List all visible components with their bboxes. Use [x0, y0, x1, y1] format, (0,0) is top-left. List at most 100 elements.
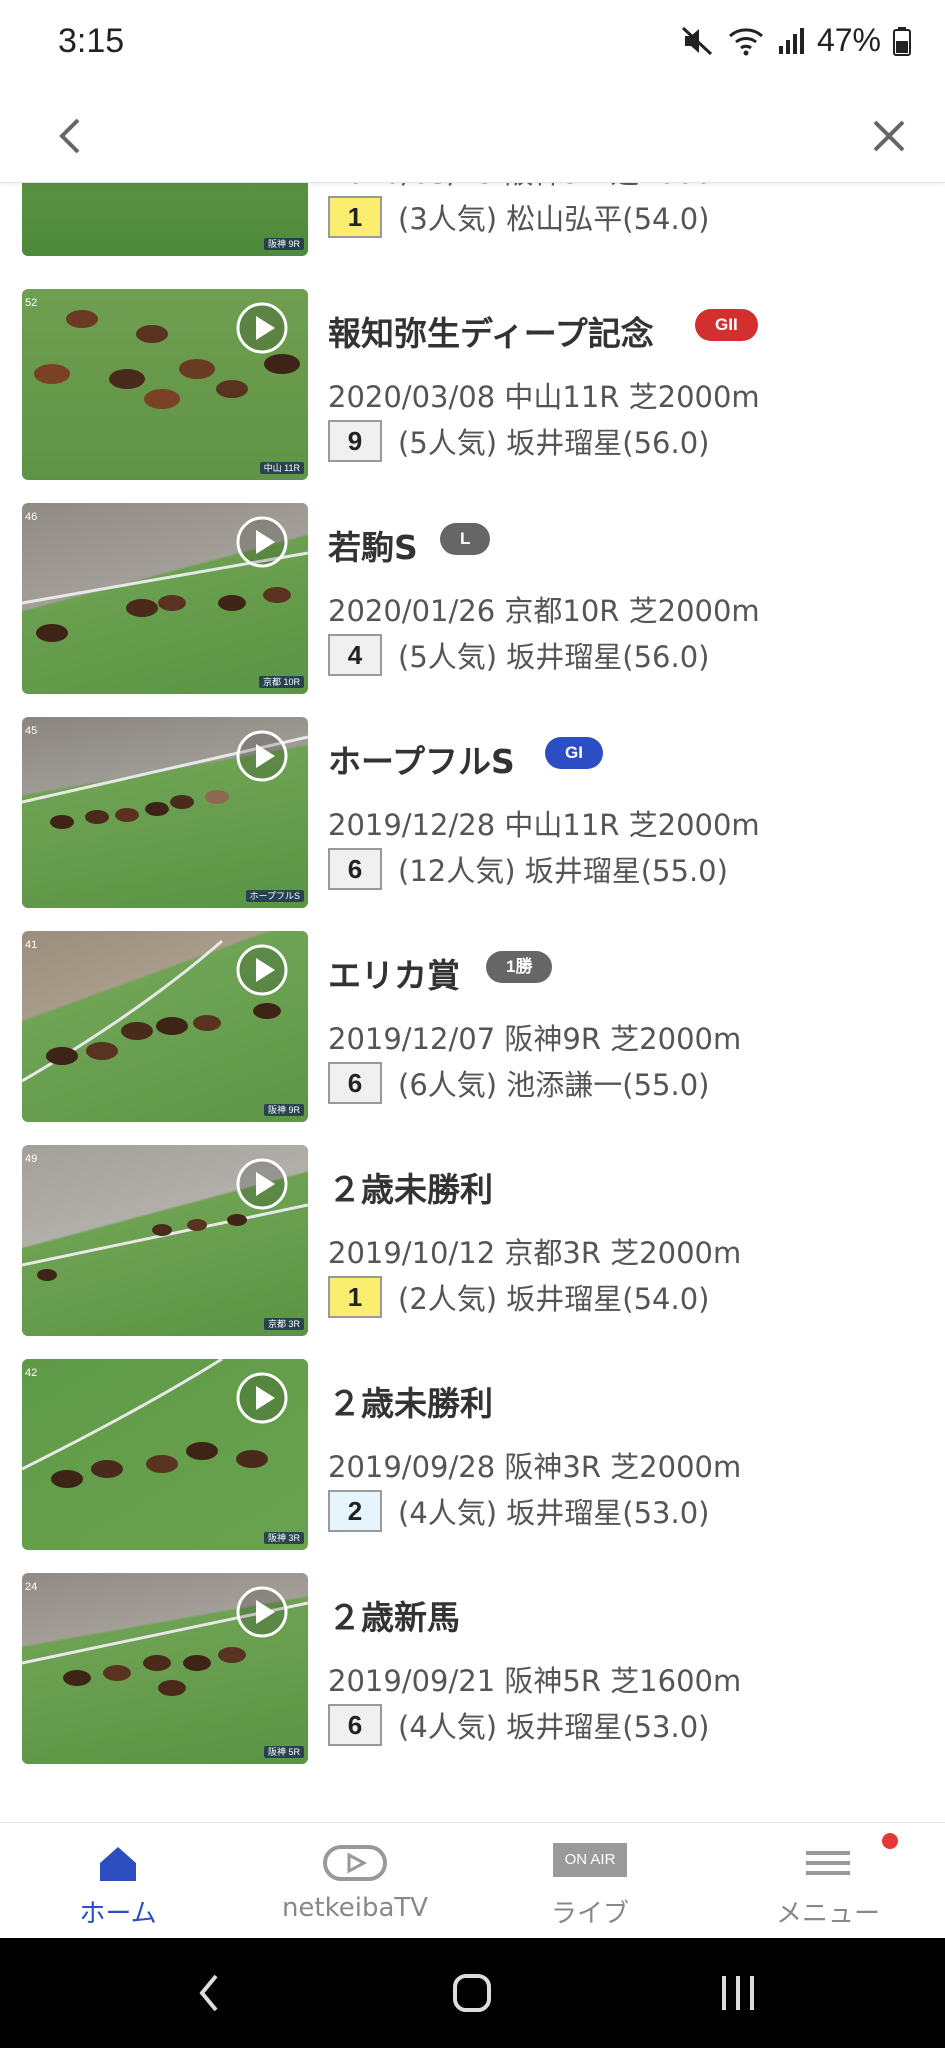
finish-rank: 1 — [328, 196, 382, 238]
finish-rank: 9 — [328, 420, 382, 462]
course-chip: 阪神 9R — [263, 238, 304, 250]
race-name[interactable]: 若駒S — [328, 521, 418, 569]
battery-icon — [893, 26, 911, 56]
top-nav-bar — [0, 90, 945, 183]
race-list-item[interactable]: 45 ホープフルS ホープフルS GI 2019/12/28 中山11R 芝20… — [0, 717, 945, 910]
system-recents-button[interactable] — [708, 1968, 768, 2018]
tv-play-icon — [323, 1845, 387, 1881]
play-icon[interactable] — [235, 1371, 289, 1425]
race-list-item[interactable]: 52 中山 11R 報知弥生ディープ記念 GII 2020/03/08 中山11… — [0, 289, 945, 482]
thumbnail-number: 49 — [25, 1153, 38, 1165]
status-time: 3:15 — [58, 22, 125, 60]
status-icons: 47% — [681, 22, 911, 59]
tab-netkeibatv[interactable]: netkeibaTV — [265, 1823, 445, 1939]
tab-home[interactable]: ホーム — [30, 1823, 206, 1939]
course-chip: ホープフルS — [245, 890, 304, 902]
course-chip: 京都 10R — [258, 676, 304, 688]
tab-label: メニュー — [775, 1899, 880, 1929]
tab-label: netkeibaTV — [281, 1893, 429, 1923]
grade-badge: GI — [545, 737, 603, 769]
race-list-item[interactable]: 46 京都 10R 若駒S L 2020/01/26 京都10R 芝2000m … — [0, 503, 945, 696]
recents-icon — [722, 1976, 754, 2010]
grade-badge: 1勝 — [486, 951, 553, 983]
thumbnail-number: 45 — [25, 725, 38, 737]
race-name[interactable]: ２歳未勝利 — [328, 1377, 493, 1425]
race-info: 2019/10/12 京都3R 芝2000m — [328, 1236, 742, 1270]
race-video-thumbnail[interactable]: 52 中山 11R — [22, 289, 308, 480]
race-video-thumbnail[interactable]: 49 京都 3R — [22, 1145, 308, 1336]
race-video-thumbnail[interactable]: 24 阪神 5R — [22, 1573, 308, 1764]
play-icon[interactable] — [235, 1585, 289, 1639]
result-detail: (2人気) 坂井瑠星(54.0) — [398, 1282, 710, 1316]
result-line: 6 (4人気) 坂井瑠星(53.0) — [328, 1703, 710, 1747]
result-detail: (3人気) 松山弘平(54.0) — [398, 202, 710, 236]
on-air-icon: ON AIR — [553, 1843, 627, 1877]
notification-dot — [882, 1833, 898, 1849]
thumbnail-number: 41 — [25, 939, 38, 951]
course-chip: 阪神 9R — [263, 1104, 304, 1116]
race-list-item[interactable]: 49 京都 3R ２歳未勝利 2019/10/12 京都3R 芝2000m 1 … — [0, 1145, 945, 1338]
race-info: 2020/03/08 中山11R 芝2000m — [328, 380, 760, 414]
finish-rank: 1 — [328, 1276, 382, 1318]
course-chip: 阪神 5R — [263, 1746, 304, 1758]
race-name[interactable]: ２歳未勝利 — [328, 1163, 493, 1211]
result-line: 1 (2人気) 坂井瑠星(54.0) — [328, 1275, 710, 1319]
bottom-tab-bar: ホーム netkeibaTV ON AIR ライブ メニュー — [0, 1822, 945, 1939]
home-icon — [453, 1974, 491, 2012]
play-icon[interactable] — [235, 515, 289, 569]
thumbnail-number: 24 — [25, 1581, 38, 1593]
result-detail: (5人気) 坂井瑠星(56.0) — [398, 640, 710, 674]
status-bar: 3:15 47% — [0, 0, 945, 90]
race-result-list[interactable]: 阪神 9R 2020/03/29 阪神9R 芝2000m 1 (3人気) 松山弘… — [0, 90, 945, 1822]
race-info: 2019/12/07 阪神9R 芝2000m — [328, 1022, 742, 1056]
back-button[interactable] — [44, 108, 100, 164]
course-chip: 京都 3R — [263, 1318, 304, 1330]
close-button[interactable] — [861, 108, 917, 164]
close-icon — [873, 120, 905, 152]
result-line: 1 (3人気) 松山弘平(54.0) — [328, 195, 710, 239]
home-icon — [100, 1847, 136, 1881]
result-line: 4 (5人気) 坂井瑠星(56.0) — [328, 633, 710, 677]
race-list-item[interactable]: 42 阪神 3R ２歳未勝利 2019/09/28 阪神3R 芝2000m 2 … — [0, 1359, 945, 1552]
grade-badge: L — [440, 523, 491, 555]
race-video-thumbnail[interactable]: 46 京都 10R — [22, 503, 308, 694]
play-icon[interactable] — [235, 729, 289, 783]
play-icon[interactable] — [235, 301, 289, 355]
system-home-button[interactable] — [443, 1968, 503, 2018]
tab-menu[interactable]: メニュー — [740, 1823, 916, 1939]
result-line: 6 (6人気) 池添謙一(55.0) — [328, 1061, 710, 1105]
play-icon[interactable] — [235, 1157, 289, 1211]
finish-rank: 6 — [328, 848, 382, 890]
race-video-thumbnail[interactable]: 42 阪神 3R — [22, 1359, 308, 1550]
result-detail: (5人気) 坂井瑠星(56.0) — [398, 426, 710, 460]
race-name[interactable]: エリカ賞 — [328, 949, 460, 997]
race-video-thumbnail[interactable]: 41 阪神 9R — [22, 931, 308, 1122]
race-list-item[interactable]: 24 阪神 5R ２歳新馬 2019/09/21 阪神5R 芝1600m 6 (… — [0, 1573, 945, 1766]
wifi-icon — [727, 26, 765, 56]
battery-percent: 47% — [816, 22, 881, 58]
system-navigation-bar — [0, 1938, 945, 2048]
tab-label: ライブ — [550, 1899, 629, 1929]
back-icon — [199, 1974, 218, 2012]
race-info: 2019/12/28 中山11R 芝2000m — [328, 808, 760, 842]
race-name[interactable]: ２歳新馬 — [328, 1591, 460, 1639]
play-icon[interactable] — [235, 943, 289, 997]
race-name[interactable]: ホープフルS — [328, 735, 515, 783]
race-video-thumbnail[interactable]: 45 ホープフルS — [22, 717, 308, 908]
finish-rank: 4 — [328, 634, 382, 676]
grade-badge: GII — [695, 309, 758, 341]
signal-icon — [777, 26, 805, 56]
system-back-button[interactable] — [180, 1968, 240, 2018]
result-line: 9 (5人気) 坂井瑠星(56.0) — [328, 419, 710, 463]
finish-rank: 2 — [328, 1490, 382, 1532]
course-chip: 阪神 3R — [263, 1532, 304, 1544]
race-info: 2019/09/21 阪神5R 芝1600m — [328, 1664, 742, 1698]
tab-label: ホーム — [79, 1899, 157, 1929]
race-name[interactable]: 報知弥生ディープ記念 — [328, 307, 654, 355]
result-line: 2 (4人気) 坂井瑠星(53.0) — [328, 1489, 710, 1533]
mute-icon — [681, 26, 715, 56]
thumbnail-number: 42 — [25, 1367, 38, 1379]
tab-live[interactable]: ON AIR ライブ — [500, 1823, 680, 1939]
course-chip: 中山 11R — [259, 462, 304, 474]
race-list-item[interactable]: 41 阪神 9R エリカ賞 1勝 2019/12/07 阪神9R 芝2000m … — [0, 931, 945, 1124]
